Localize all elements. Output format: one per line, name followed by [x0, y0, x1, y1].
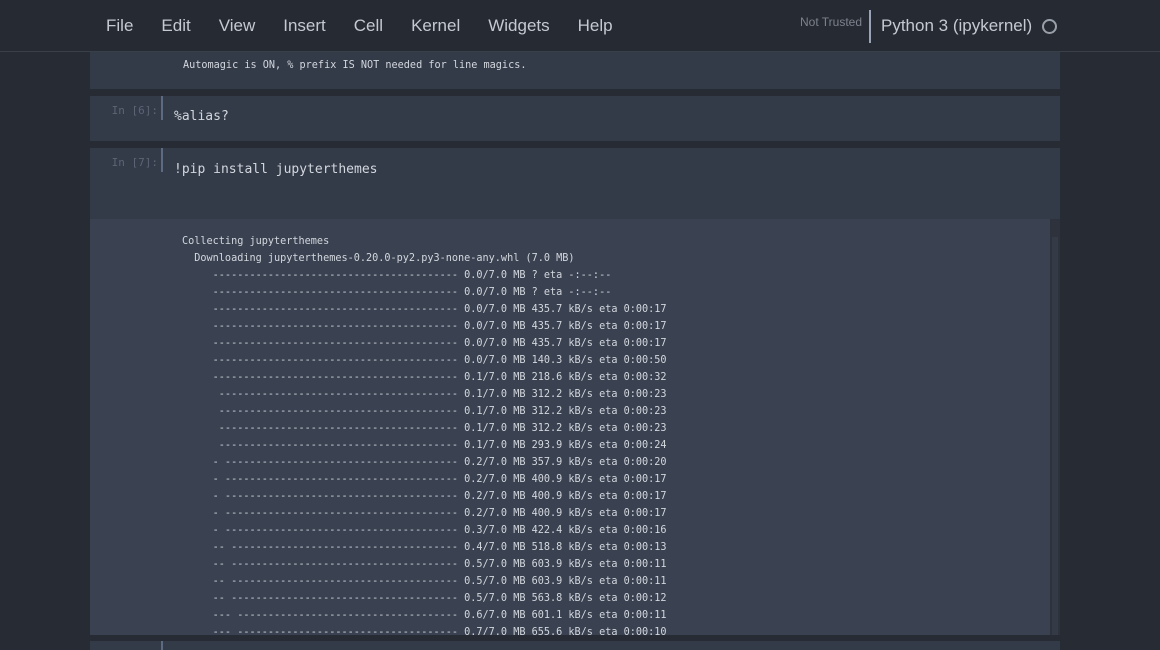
menu-view[interactable]: View [205, 16, 270, 36]
menu-file[interactable]: File [92, 16, 147, 36]
output-line: -- -------------------------------------… [182, 559, 667, 570]
output-line: --- ------------------------------------… [182, 627, 667, 635]
code-cell-7[interactable]: In [7]: !pip install jupyterthemes [90, 148, 1060, 219]
output-scrollbar[interactable] [1050, 219, 1060, 635]
output-text: Collecting jupyterthemes Downloading jup… [182, 233, 667, 635]
output-line: ----------------------------------------… [182, 304, 667, 315]
menu-insert[interactable]: Insert [269, 16, 340, 36]
output-line: ----------------------------------------… [182, 321, 667, 332]
output-line: - --------------------------------------… [182, 491, 667, 502]
menu-help[interactable]: Help [564, 16, 627, 36]
output-line: - --------------------------------------… [182, 457, 667, 468]
menu-edit[interactable]: Edit [147, 16, 204, 36]
output-line: Automagic is ON, % prefix IS NOT needed … [183, 60, 527, 71]
menu-cell[interactable]: Cell [340, 16, 397, 36]
output-line: - --------------------------------------… [182, 508, 667, 519]
output-line: ----------------------------------------… [182, 270, 612, 281]
kernel-name[interactable]: Python 3 (ipykernel) [881, 16, 1032, 36]
output-line: - --------------------------------------… [182, 474, 667, 485]
kernel-divider [869, 10, 871, 43]
trust-indicator[interactable]: Not Trusted [800, 15, 862, 29]
output-line: Collecting jupyterthemes [182, 236, 330, 247]
code-cell-6[interactable]: In [6]: %alias? [90, 96, 1060, 141]
output-line: ----------------------------------------… [182, 287, 612, 298]
output-line: ----------------------------------------… [182, 338, 667, 349]
prompt-bar [161, 641, 163, 650]
output-line: -- -------------------------------------… [182, 576, 667, 587]
menu-widgets[interactable]: Widgets [474, 16, 563, 36]
output-line: Downloading jupyterthemes-0.20.0-py2.py3… [182, 253, 575, 264]
output-line: --------------------------------------- … [182, 423, 667, 434]
next-cell[interactable] [90, 641, 1060, 650]
menu-bar: File Edit View Insert Cell Kernel Widget… [0, 0, 1160, 52]
input-prompt: In [6]: [111, 104, 158, 117]
scrollbar-thumb[interactable] [1052, 237, 1058, 635]
output-line: -- -------------------------------------… [182, 542, 667, 553]
output-line: --------------------------------------- … [182, 389, 667, 400]
prompt-bar [161, 148, 163, 172]
menu-kernel[interactable]: Kernel [397, 16, 474, 36]
main-menu: File Edit View Insert Cell Kernel Widget… [92, 0, 627, 51]
input-prompt: In [7]: [111, 156, 158, 169]
output-line: ----------------------------------------… [182, 355, 667, 366]
code-input[interactable]: !pip install jupyterthemes [174, 162, 378, 177]
cell-7-output[interactable]: Collecting jupyterthemes Downloading jup… [90, 219, 1060, 635]
output-line: --- ------------------------------------… [182, 610, 667, 621]
output-line: --------------------------------------- … [182, 440, 667, 451]
output-line: ----------------------------------------… [182, 372, 667, 383]
previous-cell-output[interactable]: Automagic is ON, % prefix IS NOT needed … [90, 52, 1060, 89]
output-line: - --------------------------------------… [182, 525, 667, 536]
kernel-idle-icon [1042, 19, 1057, 34]
output-line: --------------------------------------- … [182, 406, 667, 417]
output-line: -- -------------------------------------… [182, 593, 667, 604]
code-input[interactable]: %alias? [174, 109, 229, 124]
prompt-bar [161, 96, 163, 120]
